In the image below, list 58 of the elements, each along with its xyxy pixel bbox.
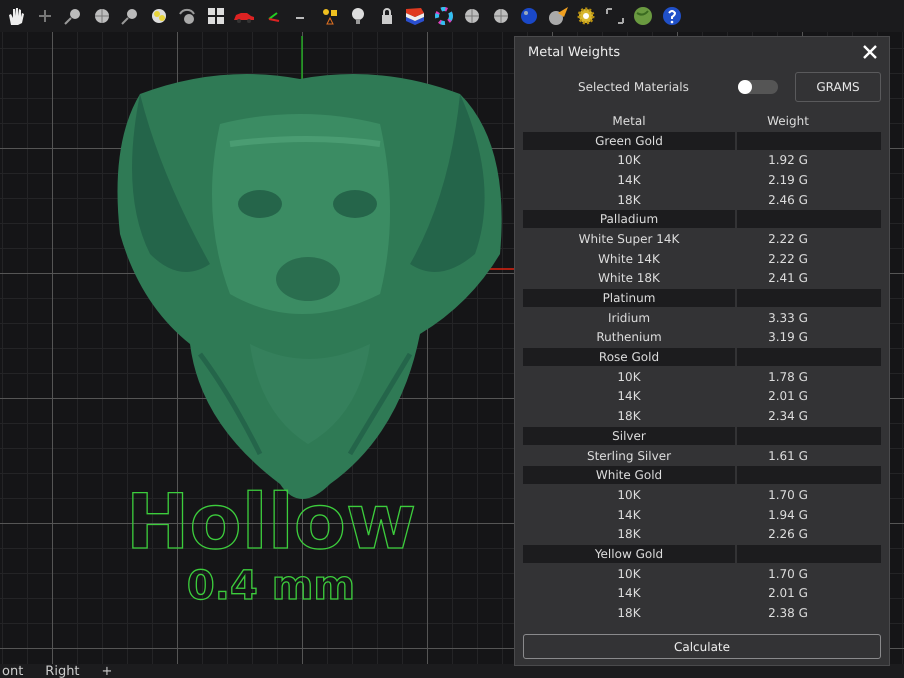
- table-cell-text: Ruthenium: [595, 330, 663, 344]
- table-cell-text: 1.70 G: [767, 488, 809, 502]
- table-cell-text: 3.33 G: [767, 310, 809, 325]
- table-cell-text: 10K: [616, 370, 642, 384]
- table-cell-text: 14K: [616, 586, 642, 600]
- table-cell-text: 2.01 G: [767, 389, 809, 404]
- table-cell-text: 1.61 G: [767, 448, 809, 463]
- view-tab[interactable]: Right: [45, 666, 80, 678]
- table-cell-text: Sterling Silver: [586, 448, 672, 463]
- table-cell-text: 14K: [616, 172, 642, 187]
- view-tab[interactable]: ont: [2, 666, 24, 678]
- table-cell-text: White 18K: [597, 271, 661, 286]
- calculate-button[interactable]: Calculate: [523, 634, 881, 659]
- group-header-cell: Platinum: [523, 289, 735, 308]
- table-cell-text: White 14K: [597, 252, 661, 266]
- table-cell-text: 10K: [616, 153, 642, 168]
- unit-button[interactable]: GRAMS: [795, 72, 881, 102]
- toggle-label: Selected Materials: [578, 80, 690, 94]
- table-cell-text: 1.78 G: [767, 370, 809, 384]
- table-cell-text: 2.38 G: [767, 606, 809, 620]
- table-cell-text: 18K: [616, 606, 642, 620]
- table-cell-text: 2.46 G: [767, 192, 809, 207]
- table-cell-text: 14K: [616, 389, 642, 404]
- table-cell-text: 2.19 G: [767, 172, 809, 187]
- table-cell-text: 2.41 G: [767, 271, 809, 286]
- group-header-cell: Yellow Gold: [523, 544, 735, 563]
- table-cell-text: 18K: [616, 409, 642, 424]
- group-header-cell: White Gold: [523, 466, 735, 484]
- group-header-cell: Rose Gold: [523, 348, 735, 366]
- column-header: Weight: [766, 114, 810, 128]
- column-header: Metal: [611, 114, 647, 128]
- group-header-cell: Green Gold: [523, 132, 735, 150]
- table-cell-text: 2.22 G: [767, 252, 809, 266]
- table-cell-text: 10K: [616, 566, 642, 581]
- table-cell-text: 18K: [616, 527, 642, 542]
- group-header-cell: Palladium: [523, 210, 735, 228]
- panel-title: Metal Weights: [528, 44, 620, 60]
- table-cell-text: 3.19 G: [767, 330, 809, 344]
- table-cell-text: 10K: [616, 488, 642, 502]
- table-cell-text: 2.26 G: [767, 527, 809, 542]
- view-tab[interactable]: +: [102, 666, 112, 678]
- toggle-switch[interactable]: [738, 80, 778, 94]
- table-cell-text: 18K: [616, 192, 642, 207]
- table-cell-text: 2.34 G: [767, 409, 809, 424]
- table-cell-text: White Super 14K: [578, 232, 680, 246]
- globe-icon[interactable]: [631, 5, 655, 27]
- layers-icon[interactable]: [403, 5, 427, 27]
- close-icon[interactable]: [863, 45, 877, 59]
- table-cell-text: 1.70 G: [767, 566, 809, 581]
- overlay-title: Hollow: [126, 480, 416, 564]
- table-cell-text: 14K: [616, 508, 642, 522]
- overlay-subtitle: 0.4 mm: [186, 564, 356, 608]
- table-cell-text: 2.22 G: [767, 232, 809, 246]
- table-cell-text: Iridium: [606, 310, 652, 325]
- table-cell-text: 1.92 G: [767, 153, 809, 168]
- table-cell-text: 2.01 G: [767, 586, 809, 600]
- table-cell-text: 1.94 G: [767, 508, 809, 522]
- group-header-cell: Silver: [523, 426, 735, 445]
